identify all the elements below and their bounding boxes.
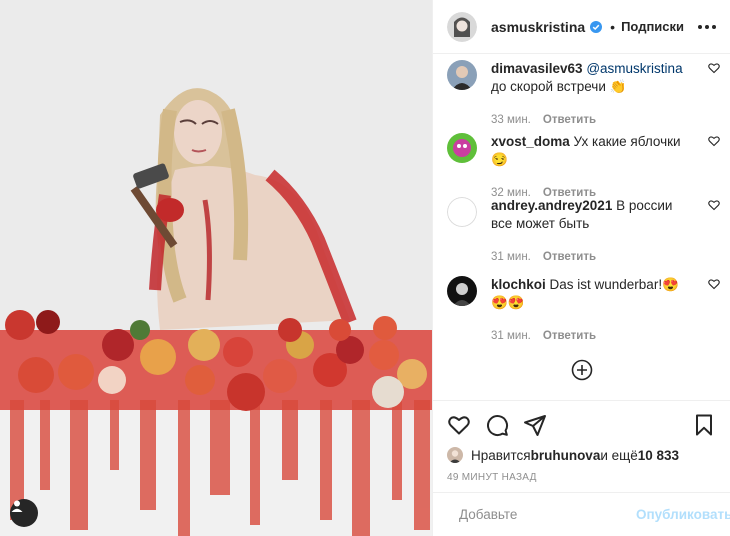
photo-illustration bbox=[0, 0, 432, 536]
likes-prefix: Нравится bbox=[471, 447, 531, 463]
comment-text: до скорой встречи 👏 bbox=[491, 79, 627, 94]
author-username[interactable]: asmuskristina bbox=[491, 19, 585, 35]
comment-username[interactable]: dimavasilev63 bbox=[491, 61, 583, 76]
reply-button[interactable]: Ответить bbox=[543, 114, 596, 126]
comment-like-heart-icon[interactable] bbox=[708, 278, 720, 290]
comment-input[interactable] bbox=[459, 507, 636, 522]
post-actions: Нравится bruhunova и ещё 10 833 49 МИНУТ… bbox=[433, 400, 730, 492]
comment-like-heart-icon[interactable] bbox=[708, 62, 720, 74]
comment-like-heart-icon[interactable] bbox=[708, 135, 720, 147]
instagram-post: asmuskristina • Подписки dimavasilev63 @… bbox=[0, 0, 730, 536]
load-more-comments-icon[interactable] bbox=[571, 359, 593, 381]
commenter-avatar[interactable] bbox=[447, 60, 477, 90]
post-side-panel: asmuskristina • Подписки dimavasilev63 @… bbox=[432, 0, 730, 536]
save-bookmark-icon[interactable] bbox=[692, 413, 716, 437]
comment-username[interactable]: xvost_doma bbox=[491, 134, 570, 149]
publish-button[interactable]: Опубликовать bbox=[636, 507, 730, 522]
add-comment-bar: Опубликовать bbox=[433, 492, 730, 536]
likes-summary: Нравится bruhunova и ещё 10 833 bbox=[447, 447, 679, 463]
comment-time: 31 мин. bbox=[491, 330, 531, 342]
share-direct-icon[interactable] bbox=[523, 413, 547, 437]
liker-avatar[interactable] bbox=[447, 447, 463, 463]
reply-button[interactable]: Ответить bbox=[543, 251, 596, 263]
comment-item: xvost_doma Ух какие яблочки 😏 32 мин. Отв… bbox=[447, 133, 720, 202]
liker-username[interactable]: bruhunova bbox=[531, 448, 601, 463]
commenter-avatar[interactable] bbox=[447, 197, 477, 227]
author-avatar[interactable] bbox=[447, 11, 477, 42]
comments-list[interactable]: dimavasilev63 @asmuskristina до скорой в… bbox=[433, 54, 730, 400]
comment-username[interactable]: andrey.andrey2021 bbox=[491, 198, 612, 213]
header-separator: • bbox=[610, 18, 616, 35]
comment-time: 33 мин. bbox=[491, 114, 531, 126]
post-header: asmuskristina • Подписки bbox=[433, 0, 730, 54]
like-heart-icon[interactable] bbox=[447, 413, 471, 437]
comment-item: andrey.andrey2021 В россии все может быт… bbox=[447, 197, 720, 266]
comment-item: dimavasilev63 @asmuskristina до скорой в… bbox=[447, 60, 720, 129]
commenter-avatar[interactable] bbox=[447, 133, 477, 163]
comment-bubble-icon[interactable] bbox=[485, 413, 509, 437]
post-photo[interactable] bbox=[0, 0, 432, 536]
following-button[interactable]: Подписки bbox=[621, 19, 684, 34]
user-tag-icon[interactable] bbox=[10, 499, 38, 527]
comment-like-heart-icon[interactable] bbox=[708, 199, 720, 211]
comment-username[interactable]: klochkoi bbox=[491, 277, 546, 292]
more-options-icon[interactable] bbox=[698, 21, 716, 33]
comment-mention[interactable]: @asmuskristina bbox=[586, 61, 682, 76]
likes-middle: и ещё bbox=[600, 447, 638, 463]
comment-item: klochkoi Das ist wunderbar!😍😍😍 31 мин. От… bbox=[447, 276, 720, 345]
reply-button[interactable]: Ответить bbox=[543, 330, 596, 342]
commenter-avatar[interactable] bbox=[447, 276, 477, 306]
likes-count[interactable]: 10 833 bbox=[638, 448, 679, 463]
comment-time: 31 мин. bbox=[491, 251, 531, 263]
verified-badge-icon bbox=[590, 20, 603, 33]
post-timestamp[interactable]: 49 МИНУТ НАЗАД bbox=[447, 472, 537, 483]
